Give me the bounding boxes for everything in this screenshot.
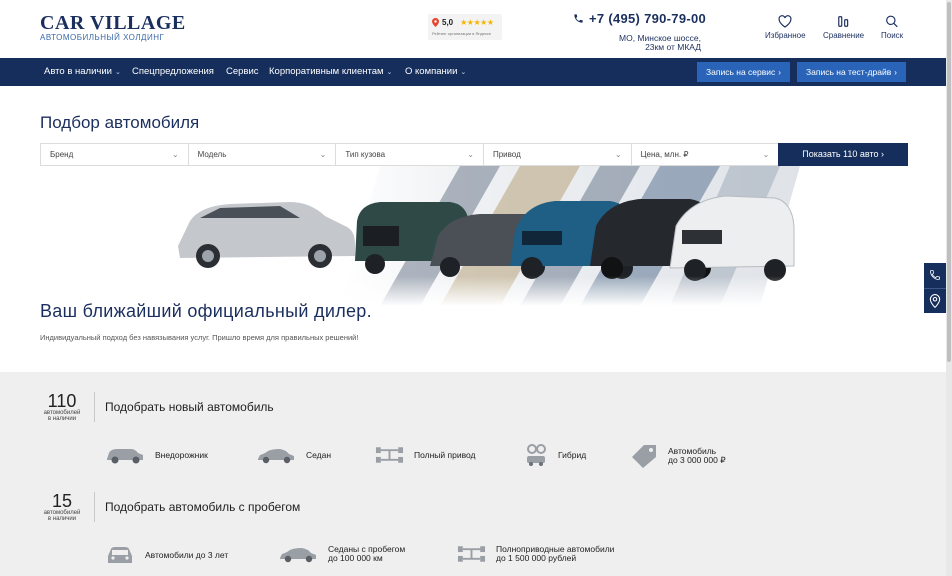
category-up-to-3-years[interactable]: Автомобили до 3 лет [105, 544, 228, 566]
main-nav: Авто в наличии ⌄ Спецпредложения Сервис К… [0, 58, 946, 86]
phone-icon [574, 14, 583, 23]
category-label-2: до 1 500 000 рублей [496, 553, 577, 563]
favorites-button[interactable]: Избранное [765, 15, 806, 40]
rating-stars: ★★★★★ [460, 18, 494, 27]
price-tag-icon [632, 445, 656, 468]
nav-item-corporate[interactable]: Корпоративным клиентам ⌄ [269, 58, 392, 86]
nav-item-special-offers[interactable]: Спецпредложения [132, 58, 214, 86]
chevron-down-icon: ⌄ [386, 69, 393, 76]
compare-button[interactable]: Сравнение [823, 15, 864, 40]
divider [94, 392, 95, 422]
new-cars-title: Подобрать новый автомобиль [105, 400, 274, 414]
compare-label: Сравнение [823, 31, 865, 40]
category-awd[interactable]: Полный привод [375, 445, 476, 465]
filter-body-type[interactable]: Тип кузова ⌄ [335, 143, 483, 166]
category-used-awd[interactable]: Полноприводные автомобили до 1 500 000 р… [457, 544, 614, 564]
awd-icon [375, 447, 404, 463]
hero-title: Ваш ближайший официальный дилер. [40, 301, 372, 321]
phone-number: +7 (495) 790-79-00 [589, 11, 707, 26]
count-number: 15 [51, 491, 73, 511]
header: CAR VILLAGE АВТОМОБИЛЬНЫЙ ХОЛДИНГ 5,0 ★★… [0, 0, 946, 58]
hybrid-icon [527, 444, 546, 466]
new-cars-count: 110 автомобилей в наличии [40, 392, 84, 422]
sedan-icon [258, 449, 294, 464]
category-sedan[interactable]: Седан [256, 445, 331, 465]
divider [924, 288, 946, 289]
side-contact-widget [924, 263, 946, 313]
category-price[interactable]: Автомобиль до 3 000 000 ₽ [630, 443, 726, 469]
category-label-2: до 100 000 км [328, 553, 383, 563]
filter-price[interactable]: Цена, млн. ₽ ⌄ [630, 143, 779, 166]
nav-item-service[interactable]: Сервис [226, 58, 259, 86]
chevron-right-icon: › [778, 68, 781, 77]
map-pin-icon[interactable] [929, 294, 941, 308]
search-label: Поиск [881, 31, 904, 40]
count-label-2: в наличии [47, 416, 77, 422]
logo-text: CAR VILLAGE [40, 12, 186, 34]
rating-note: Рейтинг организации в Яндексе [432, 31, 492, 36]
filter-brand[interactable]: Бренд ⌄ [40, 143, 188, 166]
nav-item-about[interactable]: О компании ⌄ [405, 58, 466, 86]
testdrive-signup-button[interactable]: Запись на тест-драйв › [797, 62, 906, 82]
favorites-label: Избранное [765, 31, 806, 40]
search-icon [886, 15, 898, 28]
nav-item-cars-in-stock[interactable]: Авто в наличии ⌄ [44, 58, 121, 86]
category-label-2: до 3 000 000 ₽ [668, 455, 726, 465]
address[interactable]: МО, Минское шоссе, 23км от МКАД [619, 34, 701, 52]
hero-cars-image [160, 166, 800, 306]
count-number: 110 [47, 391, 77, 411]
search-button[interactable]: Поиск [881, 15, 903, 40]
compare-icon [838, 16, 849, 27]
filter-model[interactable]: Модель ⌄ [187, 143, 336, 166]
map-pin-icon [432, 18, 439, 27]
chevron-down-icon: ⌄ [171, 150, 179, 159]
category-suv[interactable]: Внедорожник [105, 445, 208, 465]
logo[interactable]: CAR VILLAGE АВТОМОБИЛЬНЫЙ ХОЛДИНГ [40, 13, 186, 42]
address-line-2: 23км от МКАД [645, 42, 701, 52]
filter-bar: Бренд ⌄ Модель ⌄ Тип кузова ⌄ Привод ⌄ Цена,… [40, 143, 908, 166]
divider [94, 492, 95, 522]
show-cars-button[interactable]: Показать 110 авто › [778, 143, 908, 166]
yandex-rating-badge[interactable]: 5,0 ★★★★★ Рейтинг организации в Яндексе [428, 14, 502, 40]
chevron-down-icon: ⌄ [467, 150, 474, 159]
awd-icon [457, 546, 486, 562]
chevron-down-icon: ⌄ [114, 69, 121, 76]
heart-icon [778, 15, 792, 28]
chevron-down-icon: ⌄ [319, 150, 327, 159]
rating-value: 5,0 [442, 18, 454, 27]
phone-link[interactable]: +7 (495) 790-79-00 [573, 11, 706, 26]
service-signup-button[interactable]: Запись на сервис › [697, 62, 790, 82]
count-label-2: в наличии [47, 516, 77, 522]
category-hybrid[interactable]: Гибрид [524, 443, 586, 467]
chevron-down-icon: ⌄ [614, 150, 622, 159]
chevron-down-icon: ⌄ [460, 69, 467, 76]
logo-subtitle: АВТОМОБИЛЬНЫЙ ХОЛДИНГ [40, 33, 165, 42]
scrollbar-thumb[interactable] [947, 2, 951, 362]
sedan-icon [280, 548, 316, 563]
used-cars-count: 15 автомобилей в наличии [40, 492, 84, 522]
category-used-sedans[interactable]: Седаны с пробегом до 100 000 км [278, 544, 405, 564]
used-cars-title: Подобрать автомобиль с пробегом [105, 500, 301, 514]
suv-icon [107, 449, 143, 464]
picker-title: Подбор автомобиля [40, 113, 200, 132]
phone-icon[interactable] [929, 269, 941, 281]
chevron-down-icon: ⌄ [762, 150, 770, 159]
car-categories-section: 110 автомобилей в наличии Подобрать новы… [0, 372, 946, 576]
car-front-icon [108, 547, 132, 563]
chevron-right-icon: › [894, 68, 897, 77]
filter-drive[interactable]: Привод ⌄ [482, 143, 631, 166]
hero-subtitle: Индивидуальный подход без навязывания ус… [40, 333, 359, 342]
